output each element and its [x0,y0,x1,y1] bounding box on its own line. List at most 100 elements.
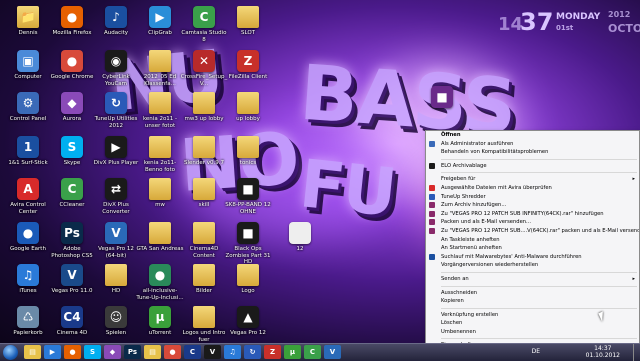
control-panel-icon[interactable]: ⚙ Control Panel [4,92,52,123]
clock-day: MONDAY [556,12,601,22]
taskbar-firefox-button[interactable]: ● [64,345,81,359]
clock-minute: 37 [520,8,554,36]
logo-icon[interactable]: Logo [224,264,272,295]
chrome-icon[interactable]: ● Google Chrome [48,50,96,81]
context-menu-item[interactable]: Verknüpfung erstellen [426,311,639,320]
divx-converter-icon[interactable]: ⇄ DivX Plus Converter [92,178,140,215]
ccleaner-icon[interactable]: C CCleaner [48,178,96,209]
context-menu-item[interactable]: An Taskleiste anheften [426,236,639,245]
mw-folder-icon[interactable]: mw [136,178,184,209]
context-menu-item[interactable]: Löschen [426,319,639,328]
crossfire-glyph-icon: ✕ [193,50,215,72]
google-earth-icon[interactable]: ● Google Earth [4,222,52,253]
bild-icon[interactable]: Bilder [180,264,228,295]
context-menu-item[interactable]: Ausschneiden [426,289,639,298]
itunes-icon[interactable]: ♫ iTunes [4,264,52,295]
taskbar-photoshop-button[interactable]: Ps [124,345,141,359]
dennis-icon[interactable]: 📁 Dennis [4,6,52,37]
avira-icon[interactable]: A Avira Control Center [4,178,52,215]
tray-clock[interactable]: 14:37 01.10.2012 [586,345,620,359]
rar-file-icon[interactable]: ■ [418,86,466,110]
skype-icon[interactable]: S Skype [48,136,96,167]
clipgrab-icon[interactable]: ▶ ClipGrab [136,6,184,37]
slenderman-icon[interactable]: Slender v0.9.7 [180,136,228,167]
skill-folder-icon[interactable]: skill [180,178,228,209]
recycle-bin-icon[interactable]: ♺ Papierkorb [4,306,52,337]
context-menu-item[interactable]: Suchlauf mit Malwarebytes' Anti-Malware … [426,253,639,262]
taskbar-folder-button[interactable]: ▤ [144,345,161,359]
context-menu-item[interactable]: Zum Archiv hinzufügen... [426,201,639,210]
1und1-icon[interactable]: 1 1&1 Surf-Stick [4,136,52,167]
kenia-foto-icon[interactable]: kenia 2o11- Benno foto [136,136,184,173]
slot-glyph-icon [237,6,259,28]
context-menu-item[interactable]: Senden an ▸ [426,275,639,284]
taskbar-media-player-button[interactable]: ▶ [44,345,61,359]
aurora-icon[interactable]: ◆ Aurora [48,92,96,123]
context-menu-item[interactable]: Freigeben für ▸ [426,175,639,184]
context-menu-item[interactable]: Zu "VEGAS PRO 12 PATCH SUB INFINITY(64CK… [426,210,639,219]
cinema4d-folder-icon[interactable]: Cinema4D Content [180,222,228,259]
taskbar-camtasia-button[interactable]: C [304,345,321,359]
context-menu-item[interactable]: An Startmenü anheften [426,244,639,253]
tuneup-icon[interactable]: ↻ TuneUp Utilities 2012 [92,92,140,129]
context-menu-item[interactable]: Ausgewählte Dateien mit Avira überprüfen [426,184,639,193]
spielen-icon[interactable]: ☺ Spielen [92,306,140,337]
context-menu-item[interactable]: Vorgängerversionen wiederherstellen [426,261,639,270]
context-menu-item[interactable]: Umbenennen [426,328,639,337]
taskbar-skype-button[interactable]: S [84,345,101,359]
camtasia-icon[interactable]: C Camtasia Studio 8 [180,6,228,43]
taskbar-itunes-button[interactable]: ♫ [224,345,241,359]
audacity-icon[interactable]: ♪ Audacity [92,6,140,37]
vegas-icon[interactable]: ▲ Vegas Pro 12 [224,306,272,337]
taskbar-filezilla-button[interactable]: Z [264,345,281,359]
taskbar-chrome-button[interactable]: ● [164,345,181,359]
kenia-icon[interactable]: kenia 2o11 - unser fotot [136,92,184,129]
computer-icon[interactable]: ▣ Computer [4,50,52,81]
vegas-64-icon[interactable]: V Vegas Pro 12 (64-bit) [92,222,140,259]
photoshop-icon[interactable]: Ps Adobe Photoshop CS5 [48,222,96,259]
utorrent-icon[interactable]: µ uTorrent [136,306,184,337]
taskbar-vegas2-button[interactable]: V [324,345,341,359]
tray-date: 01.10.2012 [585,352,620,359]
menu-item-label: Vorgängerversionen wiederherstellen [441,262,539,269]
context-menu-item[interactable]: Als Administrator ausführen [426,140,639,149]
crossfire-icon[interactable]: ✕ CrossFire_Setup_V... [180,50,228,87]
taskbar-explorer-button[interactable]: ▤ [24,345,41,359]
taskbar-utorrent-button[interactable]: µ [284,345,301,359]
tray-language[interactable]: DE [532,348,540,355]
taskbar-vegas-button[interactable]: V [204,345,221,359]
context-menu-item[interactable]: Behandeln von Kompatibilitätsproblemen [426,148,639,157]
sky-icon[interactable]: ■ SK8-PP-BAND 12 OHNE [224,178,272,215]
show-desktop-button[interactable] [633,344,640,361]
hd-icon[interactable]: HD [92,264,140,295]
filezilla-icon[interactable]: Z FileZilla Client [224,50,272,81]
black-ops-icon[interactable]: ■ Black Ops Zombies Part 31 HD [224,222,272,266]
desktop-icon-label: Bilder [196,288,212,294]
vegas-11-icon[interactable]: V Vegas Pro 11.0 [48,264,96,295]
context-menu-item[interactable]: Öffnen [426,131,639,140]
mw3-icon[interactable]: mw3 up lobby [180,92,228,123]
slot-icon[interactable]: SLOT [224,6,272,37]
logos-icon[interactable]: Logos und Intro fuer [180,306,228,343]
firefox-icon[interactable]: ● Mozilla Firefox [48,6,96,37]
context-menu-item[interactable]: Zu "VEGAS PRO 12 PATCH SUB....V(64CK).ra… [426,227,639,236]
context-menu-item[interactable]: Kopieren [426,297,639,306]
taskbar-tuneup-button[interactable]: ↻ [244,345,261,359]
mw-folder-glyph-icon [149,178,171,200]
utorrent-icon: µ [289,348,296,356]
context-menu-item[interactable]: Packen und als E-Mail versenden... [426,218,639,227]
context-menu-item[interactable]: ELO Archivablage [426,162,639,171]
gta-icon[interactable]: GTA San Andreas [136,222,184,253]
cinema4d-icon[interactable]: C4 Cinema 4D [48,306,96,337]
cyberlink-icon[interactable]: ◉ CyberLink YouCam [92,50,140,87]
context-menu-item[interactable]: TuneUp Shredder [426,193,639,202]
taskbar-cinema4d-button[interactable]: C [184,345,201,359]
klassenfahrt-icon[interactable]: 2012_05 Ed Klassenfa... [136,50,184,87]
divx-player-icon[interactable]: ▶ DivX Plus Player [92,136,140,167]
taskbar-aurora-button[interactable]: ◆ [104,345,121,359]
start-button[interactable] [3,345,18,360]
up-lobby-icon[interactable]: up lobby [224,92,272,123]
tonics-icon[interactable]: tonics [224,136,272,167]
file-12-icon[interactable]: 12 [276,222,324,253]
all-inclusive-icon[interactable]: ● all-inclusive-Tune-Up-Inclusi... [136,264,184,301]
